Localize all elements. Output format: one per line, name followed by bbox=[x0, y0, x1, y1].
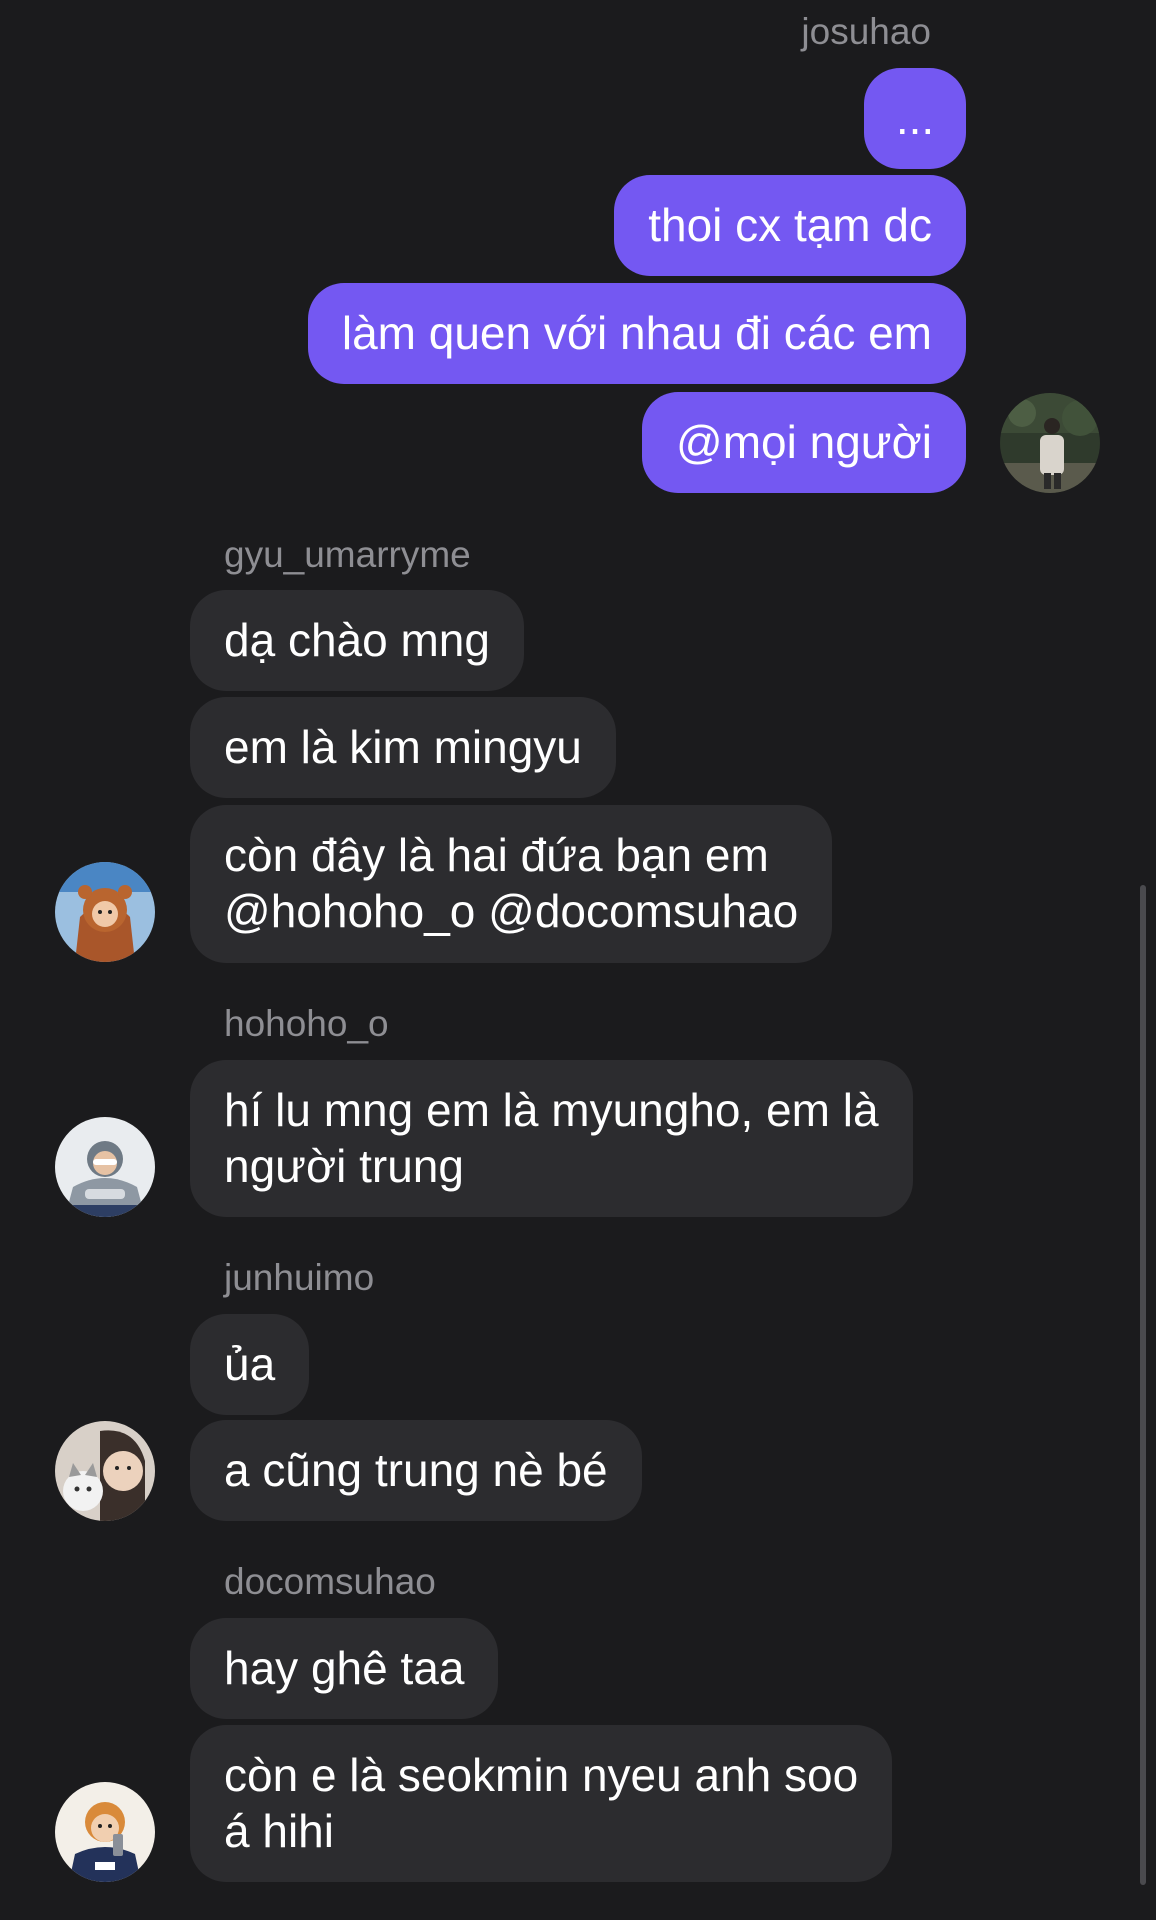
sender-name-gyu-umarryme: gyu_umarryme bbox=[224, 534, 471, 575]
message-bubble[interactable]: ủa bbox=[190, 1314, 310, 1415]
avatar-hohoho-o[interactable] bbox=[55, 1117, 155, 1217]
avatar-junhuimo[interactable] bbox=[55, 1421, 155, 1521]
message-bubble[interactable]: làm quen với nhau đi các em bbox=[307, 283, 966, 384]
sender-name-josuhao: josuhao bbox=[801, 11, 931, 52]
message-bubble[interactable]: còn e là seokmin nyeu anh soo á hihi bbox=[190, 1725, 893, 1882]
message-bubble[interactable]: còn đây là hai đứa bạn em @hohoho_o @doc… bbox=[190, 805, 833, 963]
message-bubble[interactable]: em là kim mingyu bbox=[190, 697, 616, 798]
scrollbar[interactable] bbox=[1140, 885, 1146, 1885]
sender-name-junhuimo: junhuimo bbox=[224, 1257, 375, 1298]
message-bubble[interactable]: hay ghê taa bbox=[190, 1618, 499, 1719]
avatar-gyu-umarryme[interactable] bbox=[55, 862, 155, 962]
message-bubble[interactable]: ... bbox=[864, 68, 966, 169]
message-bubble[interactable]: hí lu mng em là myungho, em là người tru… bbox=[190, 1060, 913, 1217]
avatar-josuhao[interactable] bbox=[1000, 393, 1100, 493]
message-bubble[interactable]: thoi cx tạm dc bbox=[614, 175, 966, 276]
sender-name-docomsuhao: docomsuhao bbox=[224, 1561, 436, 1602]
sender-name-hohoho-o: hohoho_o bbox=[224, 1003, 389, 1044]
avatar-docomsuhao[interactable] bbox=[55, 1782, 155, 1882]
message-bubble[interactable]: a cũng trung nè bé bbox=[190, 1420, 642, 1521]
message-bubble[interactable]: @mọi người bbox=[642, 392, 966, 493]
chat-thread[interactable]: josuhao ... thoi cx tạm dc làm quen với … bbox=[0, 0, 1156, 1920]
message-bubble[interactable]: dạ chào mng bbox=[190, 590, 524, 691]
